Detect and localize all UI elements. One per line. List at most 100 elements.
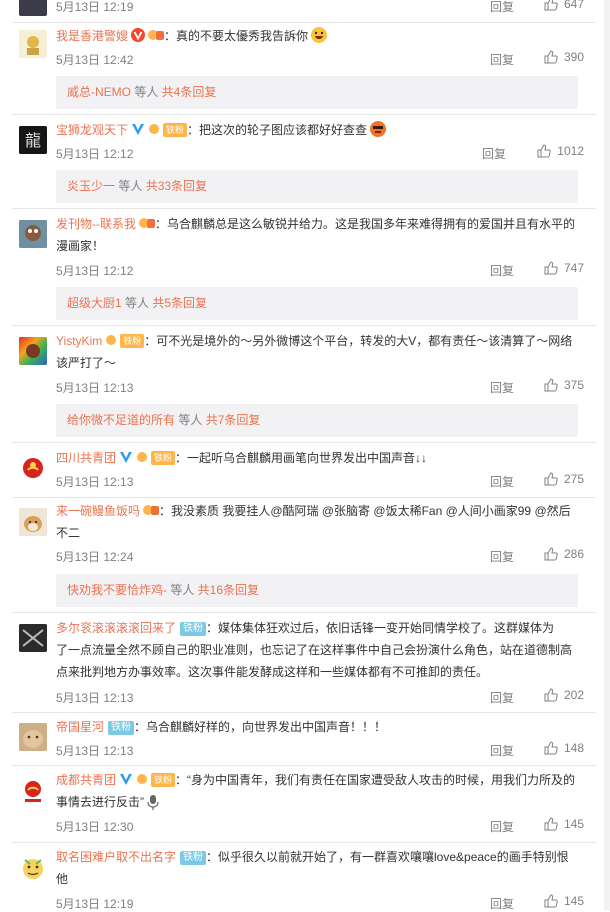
like-count: 202 [563,688,584,702]
replies-preview[interactable]: 炎玉少一 等人 共33条回复 [56,170,578,203]
reply-button[interactable]: 回复 [482,145,506,162]
member-crown-icon [139,218,155,228]
thumbs-up-icon [544,261,558,275]
reply-username[interactable]: 超级大厨1 [67,296,122,310]
like-count: 148 [563,741,584,755]
comment-username[interactable]: 多尔衮滚滚滚滚回来了 [56,621,176,635]
reply-count-link[interactable]: 共33条回复 [146,179,207,193]
reply-button[interactable]: 回复 [490,689,514,706]
reply-count-link[interactable]: 共4条回复 [162,85,217,99]
reply-button[interactable]: 回复 [490,895,514,912]
thumbs-up-icon [544,0,558,11]
replies-preview[interactable]: 给你微不足道的所有 等人 共7条回复 [56,404,578,437]
like-button[interactable]: 202 [544,688,584,702]
like-button[interactable]: 145 [544,894,584,908]
member-crown-icon [143,505,160,515]
reply-button[interactable]: 回复 [490,0,514,15]
comment-username[interactable]: 发刊物--联系我 [56,217,136,231]
like-button[interactable]: 275 [544,472,584,486]
avatar[interactable] [19,454,47,482]
comment-username[interactable]: YistyKim [56,334,102,348]
comment-time: 5月13日 12:42 [56,53,134,67]
reply-count-link[interactable]: 共16条回复 [198,583,259,597]
comment-time: 5月13日 12:12 [56,264,134,278]
comment-text-continued: 漫画家！ [56,239,105,253]
thumbs-up-icon [544,547,558,561]
comment-text-continued: 他 [56,872,69,886]
like-count: 647 [563,0,584,11]
reply-username[interactable]: 威总-NEMO [67,85,131,99]
fan-badge: 铁粉 [108,721,135,735]
thumbs-up-icon [544,894,558,908]
avatar[interactable] [19,220,47,248]
comment-username[interactable]: 我是香港警嫂 [56,29,128,43]
emoji-icon [311,27,328,43]
fan-badge: 铁粉 [151,451,176,465]
reply-button[interactable]: 回复 [490,51,514,68]
comment-username[interactable]: 四川共青团 [56,451,116,465]
comment-time: 5月13日 12:13 [56,744,134,758]
comment-time: 5月13日 12:13 [56,691,134,705]
replies-preview[interactable]: 威总-NEMO 等人 共4条回复 [56,76,578,109]
comment-username[interactable]: 宝狮龙观天下 [56,123,128,137]
reply-count-link[interactable]: 共5条回复 [152,296,207,310]
comment-text-continued: 事情去进行反击” [56,795,144,809]
thumbs-up-icon [544,378,558,392]
avatar[interactable] [19,337,47,365]
verified-v-icon [120,452,133,463]
comment-time: 5月13日 12:19 [56,0,134,14]
comment-time: 5月13日 12:13 [56,475,134,489]
like-count: 145 [563,817,584,831]
replies-preview[interactable]: 超级大厨1 等人 共5条回复 [56,287,578,320]
like-button[interactable]: 390 [544,50,584,64]
thumbs-up-icon [544,817,558,831]
like-button[interactable]: 148 [544,741,584,755]
like-button[interactable]: 1012 [537,144,584,158]
avatar[interactable] [19,723,47,751]
reply-button[interactable]: 回复 [490,379,514,396]
reply-button[interactable]: 回复 [490,818,514,835]
replies-preview[interactable]: 快劝我不要恰炸鸡- 等人 共16条回复 [56,574,578,607]
comment-username[interactable]: 取名困难户取不出名字 [56,850,176,864]
divider [12,442,596,443]
like-count: 275 [563,472,584,486]
svg-text:龍: 龍 [25,131,41,150]
comment-time: 5月13日 12:12 [56,147,134,161]
reply-username[interactable]: 给你微不足道的所有 [67,413,175,427]
thumbs-up-icon [544,472,558,486]
comment-text: ：似乎很久以前就开始了，有一群喜欢嚷嚷love&peace的画手特别恨 [206,850,569,864]
avatar[interactable] [19,854,47,882]
like-button[interactable]: 647 [544,0,584,11]
reply-button[interactable]: 回复 [490,262,514,279]
divider [12,208,596,209]
avatar[interactable] [19,0,47,16]
thumbs-up-icon [544,50,558,64]
scrollbar[interactable] [604,0,610,911]
like-button[interactable]: 145 [544,817,584,831]
like-button[interactable]: 375 [544,378,584,392]
reply-username[interactable]: 炎玉少一 [67,179,115,193]
avatar[interactable] [19,624,47,652]
reply-button[interactable]: 回复 [490,742,514,759]
avatar[interactable] [19,30,47,58]
comment-username[interactable]: 来一碗鳗鱼饭吗 [56,504,140,518]
avatar[interactable]: 龍 [19,126,47,154]
like-button[interactable]: 286 [544,547,584,561]
avatar[interactable] [19,508,47,536]
comment-text: ：乌合麒麟总是这么敏锐并给力。这是我国多年来难得拥有的爱国并且有水平的 [155,217,576,231]
verified-v-icon [120,774,133,785]
like-count: 375 [563,378,584,392]
like-count: 390 [563,50,584,64]
comment-text-continued: 不二 [56,526,81,540]
avatar[interactable] [19,777,47,805]
divider [12,325,596,326]
reply-button[interactable]: 回复 [490,548,514,565]
comment-text: ：媒体集体狂欢过后，依旧话锋一变开始同情学校了。这群媒体为 [206,621,555,635]
member-crown-icon [137,774,148,784]
reply-button[interactable]: 回复 [490,473,514,490]
comment-username[interactable]: 帝国星河 [56,720,104,734]
reply-count-link[interactable]: 共7条回复 [206,413,261,427]
like-button[interactable]: 747 [544,261,584,275]
reply-username[interactable]: 快劝我不要恰炸鸡- [67,583,167,597]
comment-username[interactable]: 成都共青团 [56,773,116,787]
